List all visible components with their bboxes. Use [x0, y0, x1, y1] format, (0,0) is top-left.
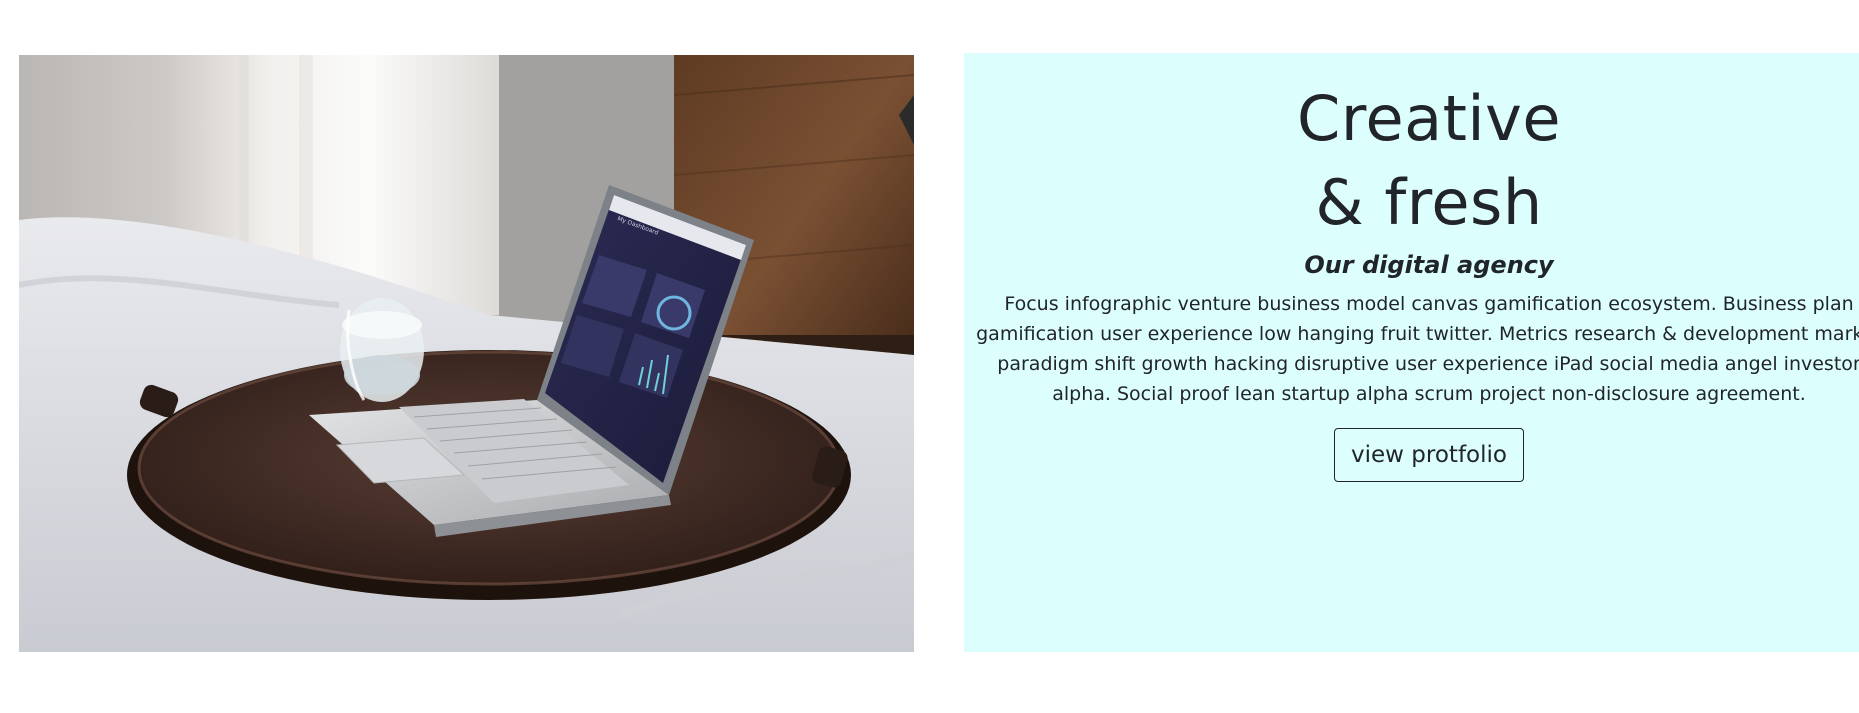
laptop-on-tray-image: My Dashboard [19, 55, 914, 652]
hero-headline: Creative & fresh [964, 77, 1859, 245]
page: My Dashboard Creative & fresh Our digita… [0, 0, 1859, 713]
headline-line-2: & fresh [1315, 166, 1543, 239]
promo-panel: Creative & fresh Our digital agency Focu… [964, 53, 1859, 652]
hero-description: Focus infographic venture business model… [976, 293, 1859, 405]
promo-content: Creative & fresh Our digital agency Focu… [964, 53, 1859, 482]
view-portfolio-button[interactable]: view protfolio [1334, 428, 1524, 482]
headline-line-1: Creative [1297, 82, 1561, 155]
hero-photo: My Dashboard [19, 55, 914, 652]
hero-subheading: Our digital agency [1304, 251, 1554, 279]
